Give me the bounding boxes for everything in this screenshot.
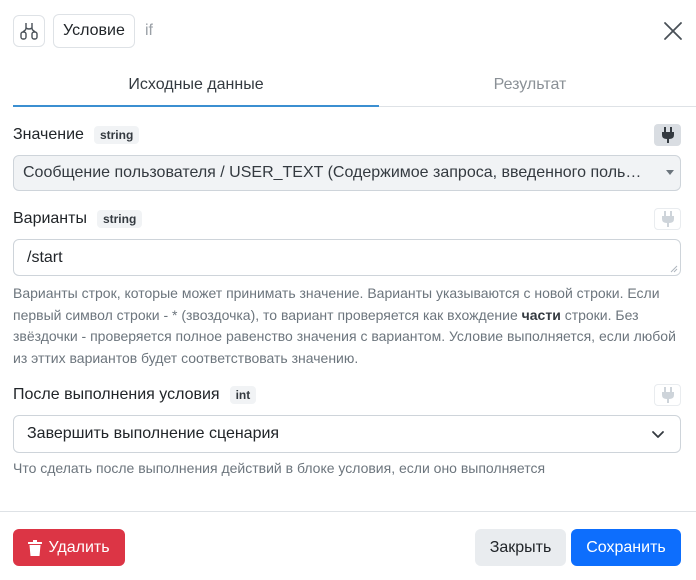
variants-field-label: Варианты string (13, 210, 143, 228)
value-select-text: Сообщение пользователя / USER_TEXT (Соде… (23, 164, 643, 181)
variants-textarea-value: /start (27, 249, 63, 266)
after-help-text: Что сделать после выполнения действий в … (13, 460, 546, 476)
chevron-down-icon (652, 431, 664, 438)
value-type-badge: string (93, 126, 140, 144)
branch-icon (13, 15, 45, 47)
value-field-label: Значение string (13, 126, 140, 144)
variants-help-bold: части (521, 306, 561, 323)
after-select-text: Завершить выполнение сценария (27, 425, 280, 442)
value-label-text: Значение (13, 126, 84, 143)
after-field-label: После выполнения условия int (13, 386, 257, 404)
variants-type-badge: string (96, 210, 143, 228)
tab-bar: Исходные данные Результат (13, 62, 696, 107)
modal-footer: Удалить Закрыть Сохранить (0, 511, 696, 580)
trash-icon (28, 539, 43, 556)
delete-button[interactable]: Удалить (13, 529, 125, 566)
plug-icon (661, 211, 674, 227)
block-title[interactable]: Условие (53, 14, 135, 48)
save-button[interactable]: Сохранить (571, 529, 681, 566)
resize-grip-icon[interactable] (670, 265, 678, 273)
tab-result[interactable]: Результат (347, 62, 696, 107)
variants-textarea[interactable]: /start (13, 239, 681, 276)
delete-button-label: Удалить (48, 539, 110, 556)
after-type-badge: int (229, 386, 257, 404)
caret-down-icon (666, 170, 674, 175)
after-label-text: После выполнения условия (13, 386, 220, 403)
block-subtitle: if (145, 22, 153, 39)
after-plug-toggle[interactable] (654, 384, 681, 406)
variants-label-text: Варианты (13, 210, 87, 227)
variants-plug-toggle[interactable] (654, 208, 681, 230)
modal-header: Условие if (0, 0, 696, 62)
tab-input-data[interactable]: Исходные данные (13, 62, 379, 107)
plug-icon (661, 387, 674, 403)
plug-icon (661, 127, 674, 143)
variants-help-text: Варианты строк, которые может принимать … (13, 283, 683, 369)
value-plug-toggle[interactable] (654, 124, 681, 146)
close-icon[interactable] (660, 18, 686, 44)
after-select[interactable]: Завершить выполнение сценария (13, 415, 681, 453)
value-select[interactable]: Сообщение пользователя / USER_TEXT (Соде… (13, 155, 681, 191)
close-button[interactable]: Закрыть (475, 529, 566, 566)
